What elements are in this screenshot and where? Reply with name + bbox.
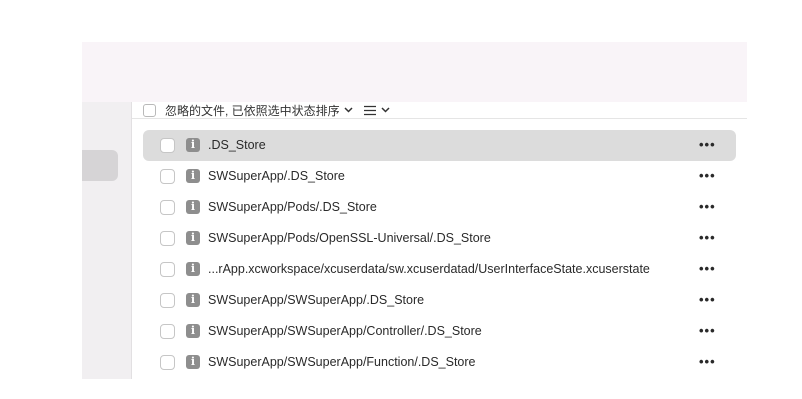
row-checkbox[interactable] bbox=[160, 262, 175, 277]
file-path: SWSuperApp/SWSuperApp/Function/.DS_Store bbox=[208, 355, 476, 369]
list-icon bbox=[363, 105, 376, 115]
more-options-icon[interactable]: ••• bbox=[699, 161, 716, 192]
file-row[interactable]: i SWSuperApp/SWSuperApp/.DS_Store ••• bbox=[132, 285, 747, 316]
chevron-down-icon bbox=[344, 107, 353, 113]
row-checkbox[interactable] bbox=[160, 169, 175, 184]
select-all-checkbox[interactable] bbox=[143, 103, 156, 117]
sort-label: 忽略的文件, 已依照选中状态排序 bbox=[165, 103, 340, 118]
info-icon[interactable]: i bbox=[186, 293, 200, 307]
more-options-icon[interactable]: ••• bbox=[699, 254, 716, 285]
info-icon[interactable]: i bbox=[186, 324, 200, 338]
file-path: SWSuperApp/Pods/OpenSSL-Universal/.DS_St… bbox=[208, 231, 491, 245]
more-options-icon[interactable]: ••• bbox=[699, 285, 716, 316]
row-checkbox[interactable] bbox=[160, 138, 175, 153]
info-icon[interactable]: i bbox=[186, 169, 200, 183]
file-path: SWSuperApp/SWSuperApp/Controller/.DS_Sto… bbox=[208, 324, 482, 338]
more-options-icon[interactable]: ••• bbox=[699, 130, 716, 161]
file-row[interactable]: i SWSuperApp/Pods/.DS_Store ••• bbox=[132, 192, 747, 223]
row-checkbox[interactable] bbox=[160, 324, 175, 339]
sidebar bbox=[82, 102, 132, 379]
file-path: ...rApp.xcworkspace/xcuserdata/sw.xcuser… bbox=[208, 262, 650, 276]
more-options-icon[interactable]: ••• bbox=[699, 192, 716, 223]
window-header bbox=[82, 42, 747, 102]
row-checkbox[interactable] bbox=[160, 355, 175, 370]
info-icon[interactable]: i bbox=[186, 138, 200, 152]
sort-menu[interactable]: 忽略的文件, 已依照选中状态排序 bbox=[165, 102, 353, 119]
file-list: i .DS_Store ••• i SWSuperApp/.DS_Store ••• i SW… bbox=[132, 130, 747, 378]
info-icon[interactable]: i bbox=[186, 200, 200, 214]
row-checkbox[interactable] bbox=[160, 200, 175, 215]
info-icon[interactable]: i bbox=[186, 355, 200, 369]
file-row[interactable]: i ...rApp.xcworkspace/xcuserdata/sw.xcuse… bbox=[132, 254, 747, 285]
file-path: .DS_Store bbox=[208, 138, 266, 152]
more-options-icon[interactable]: ••• bbox=[699, 223, 716, 254]
file-path: SWSuperApp/.DS_Store bbox=[208, 169, 345, 183]
file-path: SWSuperApp/Pods/.DS_Store bbox=[208, 200, 377, 214]
more-options-icon[interactable]: ••• bbox=[699, 316, 716, 347]
file-row[interactable]: i .DS_Store ••• bbox=[143, 130, 736, 161]
sidebar-selected-item[interactable] bbox=[82, 150, 118, 181]
file-row[interactable]: i SWSuperApp/SWSuperApp/Controller/.DS_St… bbox=[132, 316, 747, 347]
view-options-button[interactable] bbox=[363, 105, 390, 116]
file-row[interactable]: i SWSuperApp/.DS_Store ••• bbox=[132, 161, 747, 192]
chevron-down-icon bbox=[381, 107, 390, 113]
file-row[interactable]: i SWSuperApp/SWSuperApp/Function/.DS_Stor… bbox=[132, 347, 747, 378]
info-icon[interactable]: i bbox=[186, 262, 200, 276]
row-checkbox[interactable] bbox=[160, 293, 175, 308]
file-path: SWSuperApp/SWSuperApp/.DS_Store bbox=[208, 293, 425, 307]
info-icon[interactable]: i bbox=[186, 231, 200, 245]
more-options-icon[interactable]: ••• bbox=[699, 347, 716, 378]
list-toolbar: 忽略的文件, 已依照选中状态排序 bbox=[132, 102, 747, 119]
ignored-files-panel: 忽略的文件, 已依照选中状态排序 i .DS_Store ••• i SWSuperAp… bbox=[132, 102, 747, 379]
row-checkbox[interactable] bbox=[160, 231, 175, 246]
file-row[interactable]: i SWSuperApp/Pods/OpenSSL-Universal/.DS_S… bbox=[132, 223, 747, 254]
